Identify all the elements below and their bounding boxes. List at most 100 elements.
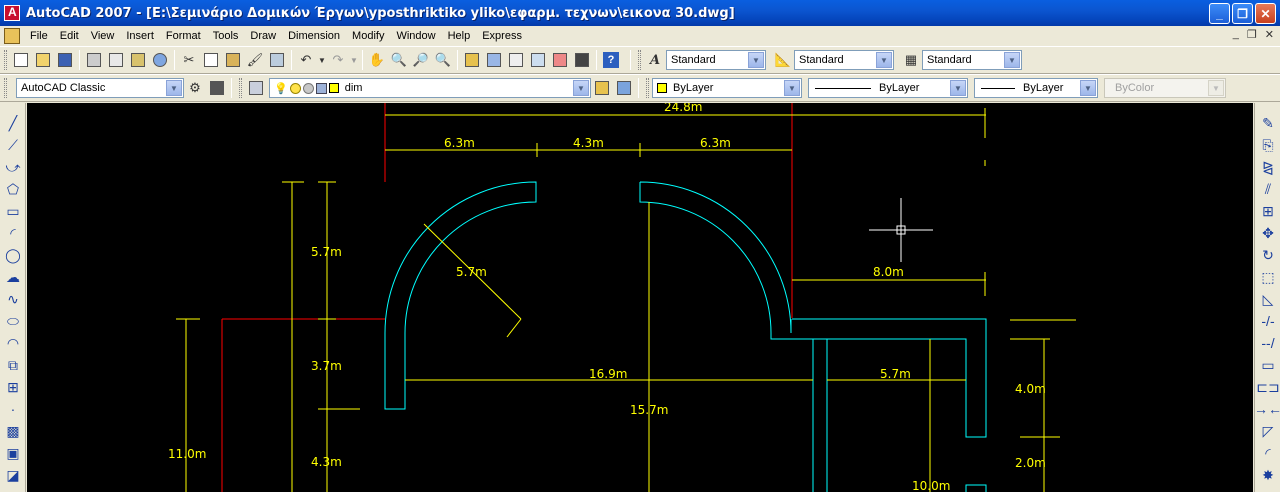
chevron-down-icon[interactable]: ▼	[784, 80, 800, 96]
menu-modify[interactable]: Modify	[346, 30, 390, 42]
text-style-icon[interactable]: A	[644, 49, 666, 71]
drawing-canvas[interactable]: 24.8m 6.3m 4.3m 6.3m 5.7m 3.7m 4.3m 11.0…	[27, 103, 1253, 492]
ellipse-icon[interactable]: ⬭	[3, 311, 23, 331]
toolbar-grip[interactable]	[646, 78, 649, 98]
document-minimize-button[interactable]: _	[1233, 28, 1239, 41]
chevron-down-icon[interactable]: ▼	[876, 52, 892, 68]
open-icon[interactable]	[32, 49, 54, 71]
plot-icon[interactable]	[83, 49, 105, 71]
hatch-icon[interactable]: ▩	[3, 421, 23, 441]
tool-palettes-icon[interactable]	[505, 49, 527, 71]
toolbar-grip[interactable]	[239, 78, 242, 98]
circle-icon[interactable]: ◯	[3, 245, 23, 265]
quickcalc-icon[interactable]	[571, 49, 593, 71]
menu-edit[interactable]: Edit	[54, 30, 85, 42]
menu-help[interactable]: Help	[442, 30, 477, 42]
undo-icon[interactable]: ↶	[295, 49, 317, 71]
toolbar-grip[interactable]	[4, 78, 7, 98]
layer-previous-icon[interactable]	[613, 77, 635, 99]
document-close-button[interactable]: ✕	[1265, 28, 1274, 41]
minimize-button[interactable]: _	[1209, 3, 1230, 24]
pan-realtime-icon[interactable]: ✋	[366, 49, 388, 71]
chevron-down-icon[interactable]: ▼	[1004, 52, 1020, 68]
menu-insert[interactable]: Insert	[120, 30, 160, 42]
dimension-style-icon[interactable]: 📐	[772, 49, 794, 71]
zoom-window-icon[interactable]: 🔎	[410, 49, 432, 71]
polyline-icon[interactable]: ⤻	[3, 157, 23, 177]
menu-dimension[interactable]: Dimension	[282, 30, 346, 42]
trim-icon[interactable]: -/-	[1258, 311, 1278, 331]
zoom-realtime-icon[interactable]: 🔍	[388, 49, 410, 71]
chevron-down-icon[interactable]: ▼	[573, 80, 589, 96]
help-icon[interactable]: ?	[600, 49, 622, 71]
move-icon[interactable]: ✥	[1258, 223, 1278, 243]
rotate-icon[interactable]: ↻	[1258, 245, 1278, 265]
chevron-down-icon[interactable]: ▼	[1080, 80, 1096, 96]
offset-icon[interactable]: ⫽	[1258, 179, 1278, 199]
extend-icon[interactable]: --/	[1258, 333, 1278, 353]
layer-dropdown[interactable]: 💡 dim ▼	[269, 78, 591, 98]
arc-icon[interactable]: ◜	[3, 223, 23, 243]
make-block-icon[interactable]: ⊞	[3, 377, 23, 397]
dimension-style-dropdown[interactable]: Standard ▼	[794, 50, 894, 70]
menu-file[interactable]: File	[24, 30, 54, 42]
copy-icon[interactable]	[200, 49, 222, 71]
lightbulb-icon[interactable]: 💡	[274, 82, 288, 95]
markup-set-manager-icon[interactable]	[549, 49, 571, 71]
mirror-icon[interactable]: ⧎	[1258, 157, 1278, 177]
chamfer-icon[interactable]: ◸	[1258, 421, 1278, 441]
menu-view[interactable]: View	[85, 30, 121, 42]
region-icon[interactable]: ◪	[3, 465, 23, 485]
cut-icon[interactable]: ✂	[178, 49, 200, 71]
stretch-icon[interactable]: ◺	[1258, 289, 1278, 309]
menu-tools[interactable]: Tools	[207, 30, 245, 42]
table-style-dropdown[interactable]: Standard ▼	[922, 50, 1022, 70]
explode-icon[interactable]: ✸	[1258, 465, 1278, 485]
break-at-point-icon[interactable]: ▭	[1258, 355, 1278, 375]
document-icon[interactable]	[4, 27, 20, 44]
match-properties-icon[interactable]: 🖌	[244, 49, 266, 71]
publish-icon[interactable]	[127, 49, 149, 71]
3d-dwf-icon[interactable]	[149, 49, 171, 71]
undo-dropdown-icon[interactable]: ▼	[317, 49, 327, 71]
workspace-dropdown[interactable]: AutoCAD Classic ▼	[16, 78, 184, 98]
construction-line-icon[interactable]: ⟋	[3, 135, 23, 155]
polygon-icon[interactable]: ⬠	[3, 179, 23, 199]
workspace-settings-icon[interactable]: ⚙	[184, 77, 206, 99]
zoom-previous-icon[interactable]: 🔍	[432, 49, 454, 71]
plot-layer-icon[interactable]	[315, 82, 327, 94]
autocad-app-icon[interactable]	[4, 5, 20, 21]
insert-block-icon[interactable]: ⧉	[3, 355, 23, 375]
menu-format[interactable]: Format	[160, 30, 207, 42]
make-object-layer-current-icon[interactable]	[591, 77, 613, 99]
chevron-down-icon[interactable]: ▼	[950, 80, 966, 96]
gradient-icon[interactable]: ▣	[3, 443, 23, 463]
sheet-set-manager-icon[interactable]	[527, 49, 549, 71]
spline-icon[interactable]: ∿	[3, 289, 23, 309]
array-icon[interactable]: ⊞	[1258, 201, 1278, 221]
close-button[interactable]: ✕	[1255, 3, 1276, 24]
menu-window[interactable]: Window	[390, 30, 441, 42]
break-icon[interactable]: ⊏⊐	[1256, 377, 1279, 397]
toolbar-grip[interactable]	[638, 50, 641, 70]
document-restore-button[interactable]: ❐	[1247, 28, 1257, 41]
line-icon[interactable]: ╱	[3, 113, 23, 133]
scale-icon[interactable]: ⬚	[1258, 267, 1278, 287]
redo-icon[interactable]: ↷	[327, 49, 349, 71]
chevron-down-icon[interactable]: ▼	[166, 80, 182, 96]
menu-draw[interactable]: Draw	[244, 30, 282, 42]
linetype-control-dropdown[interactable]: ByLayer ▼	[808, 78, 968, 98]
fillet-icon[interactable]: ◜	[1258, 443, 1278, 463]
toolbar-grip[interactable]	[4, 50, 7, 70]
redo-dropdown-icon[interactable]: ▼	[349, 49, 359, 71]
sun-icon[interactable]	[289, 82, 301, 94]
table-style-icon[interactable]: ▦	[900, 49, 922, 71]
paste-icon[interactable]	[222, 49, 244, 71]
rectangle-icon[interactable]: ▭	[3, 201, 23, 221]
erase-icon[interactable]: ✎	[1258, 113, 1278, 133]
menu-express[interactable]: Express	[476, 30, 528, 42]
copy-icon[interactable]: ⎘	[1258, 135, 1278, 155]
ellipse-arc-icon[interactable]: ◠	[3, 333, 23, 353]
chevron-down-icon[interactable]: ▼	[748, 52, 764, 68]
new-icon[interactable]	[10, 49, 32, 71]
